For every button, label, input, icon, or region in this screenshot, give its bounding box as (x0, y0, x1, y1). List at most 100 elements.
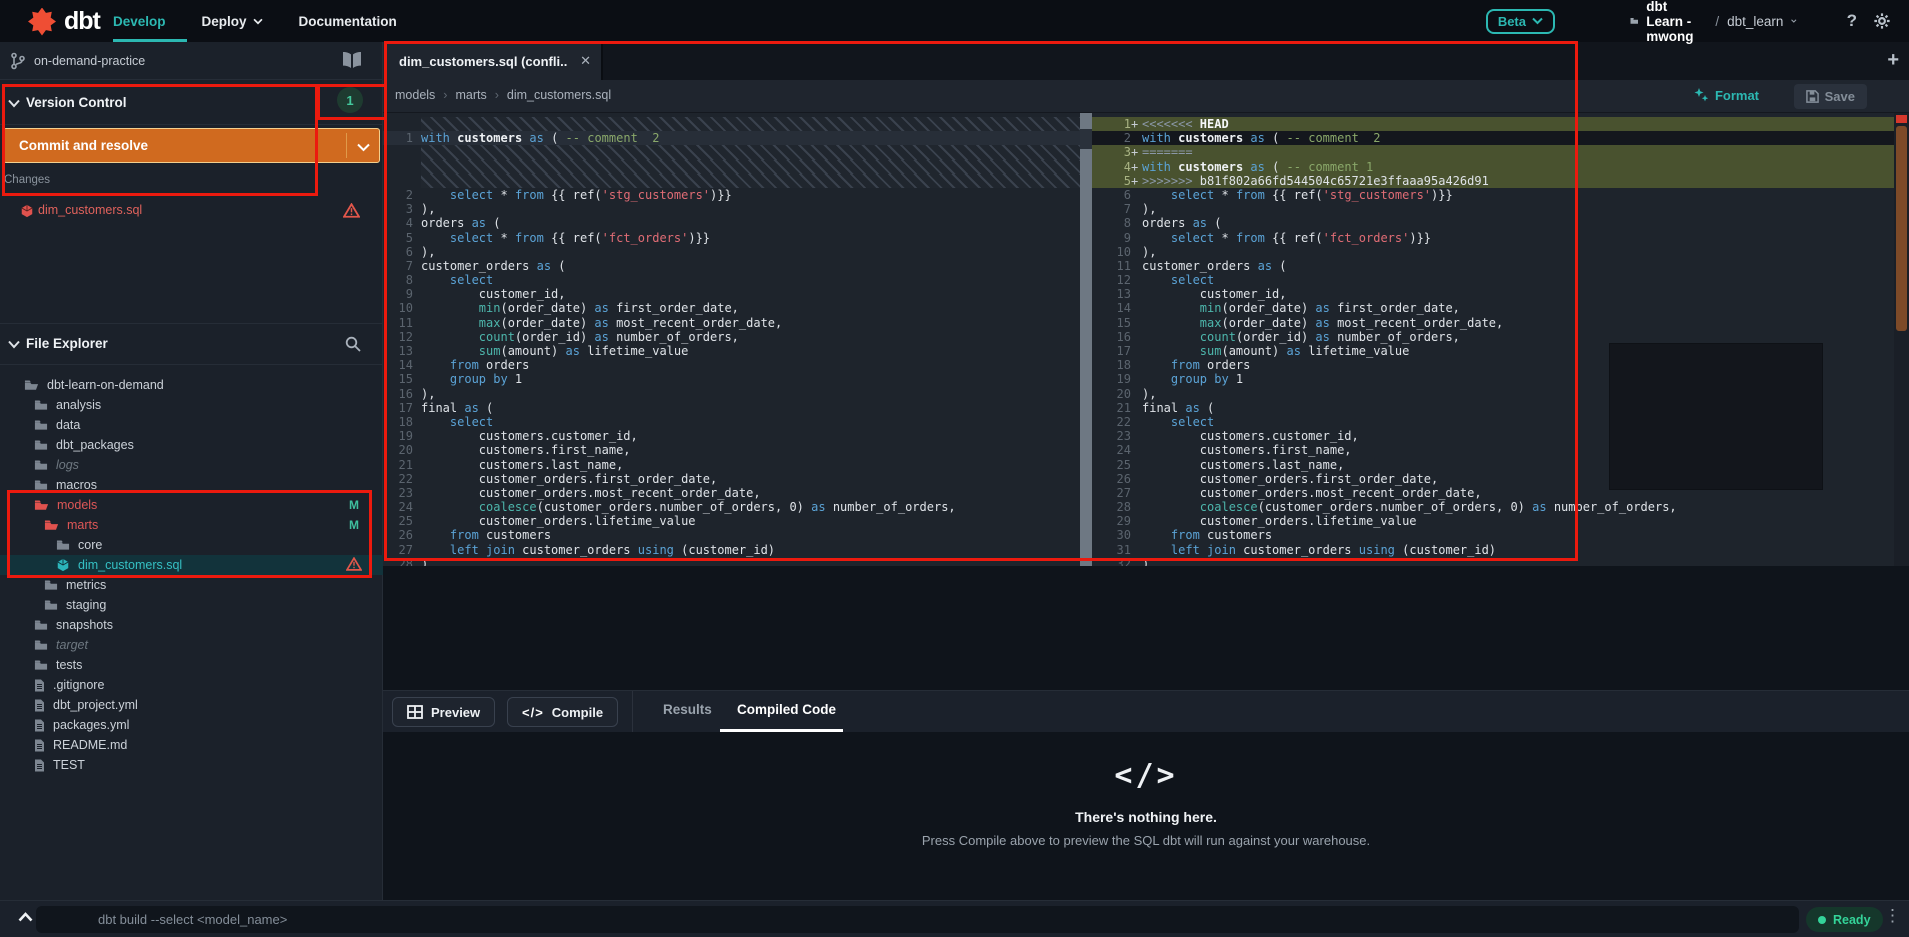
code-line-right[interactable]: 5 + >>>>>>> b81f802a66fd544504c65721e3ffaa… (1092, 173, 1894, 188)
code-line-right[interactable]: 14 min(order_date) as first_order_date, (1092, 301, 1894, 315)
code-line-right[interactable]: 6 select * from {{ ref('stg_customers')}… (1092, 188, 1894, 202)
code-line-left[interactable]: 13 sum(amount) as lifetime_value (383, 344, 1080, 358)
command-input[interactable]: dbt build --select <model_name> (36, 906, 1799, 933)
code-line-left[interactable]: 8 select (383, 273, 1080, 287)
code-line-right[interactable]: 1 + <<<<<<< HEAD (1092, 117, 1894, 132)
file-tree-item[interactable]: metrics (0, 575, 383, 595)
code-line-right[interactable]: 32) (1092, 557, 1894, 566)
diff-overview-ruler[interactable] (1894, 113, 1909, 566)
code-line-left[interactable]: 19 customers.customer_id, (383, 429, 1080, 443)
file-tree-item[interactable]: snapshots (0, 615, 383, 635)
nav-item-develop[interactable]: Develop (113, 14, 166, 29)
commit-and-resolve-button[interactable]: Commit and resolve (3, 128, 380, 163)
changed-file-row[interactable]: dim_customers.sql (0, 200, 383, 222)
code-line-left[interactable] (383, 145, 1080, 160)
save-button[interactable]: Save (1793, 84, 1867, 109)
code-line-right[interactable]: 10), (1092, 245, 1894, 259)
code-line-left[interactable]: 7 customer_orders as ( (383, 259, 1080, 273)
scrollbar-thumb[interactable] (1896, 126, 1907, 331)
code-line-right[interactable]: 31 left join customer_orders using (cust… (1092, 543, 1894, 557)
code-line-left[interactable]: 1 with customers as ( -- comment 2 (383, 131, 1080, 146)
code-line-left[interactable]: 24 coalesce(customer_orders.number_of_or… (383, 500, 1080, 514)
code-line-left[interactable]: 22 customer_orders.first_order_date, (383, 472, 1080, 486)
chevron-down-icon[interactable] (357, 143, 370, 152)
file-tree-item[interactable]: analysis (0, 395, 383, 415)
code-line-right[interactable]: 15 max(order_date) as most_recent_order_… (1092, 316, 1894, 330)
code-line-left[interactable]: 10 min(order_date) as first_order_date, (383, 301, 1080, 315)
code-line-left[interactable]: 5 select * from {{ ref('fct_orders')}} (383, 231, 1080, 245)
file-tree-item[interactable]: dim_customers.sql (0, 555, 383, 575)
file-tree-item[interactable]: .gitignore (0, 675, 383, 695)
diff-right-pane[interactable]: 1 + <<<<<<< HEAD 2 with customers as ( -- co… (1092, 113, 1894, 566)
breadcrumb-item[interactable]: models (395, 88, 435, 102)
file-tree-item[interactable]: staging (0, 595, 383, 615)
code-line-left[interactable]: 3), (383, 202, 1080, 216)
file-tree-item[interactable]: marts M (0, 515, 383, 535)
code-line-right[interactable]: 11 customer_orders as ( (1092, 259, 1894, 273)
code-line-left[interactable]: 27 left join customer_orders using (cust… (383, 543, 1080, 557)
file-explorer-header[interactable]: File Explorer (0, 323, 383, 365)
preview-button[interactable]: Preview (392, 697, 496, 727)
file-tree-item[interactable]: logs (0, 455, 383, 475)
breadcrumb-item[interactable]: marts (455, 88, 486, 102)
code-line-left[interactable] (383, 173, 1080, 188)
version-control-header[interactable]: Version Control (0, 84, 383, 125)
code-line-right[interactable]: 13 customer_id, (1092, 287, 1894, 301)
code-line-left[interactable] (383, 117, 1080, 132)
help-button[interactable]: ? (1847, 11, 1857, 31)
new-tab-button[interactable]: + (1887, 49, 1899, 72)
compile-button[interactable]: </> Compile (507, 697, 619, 727)
code-line-right[interactable]: 12 select (1092, 273, 1894, 287)
file-tree-item[interactable]: dbt_packages (0, 435, 383, 455)
file-tree-item[interactable]: data (0, 415, 383, 435)
search-icon[interactable] (345, 336, 361, 352)
code-line-left[interactable]: 15 group by 1 (383, 372, 1080, 386)
docs-book-icon[interactable] (341, 51, 363, 69)
code-line-left[interactable]: 14 from orders (383, 358, 1080, 372)
code-line-right[interactable]: 30 from customers (1092, 528, 1894, 542)
code-line-right[interactable]: 29 customer_orders.lifetime_value (1092, 514, 1894, 528)
tab-results[interactable]: Results (663, 702, 712, 717)
code-line-left[interactable]: 20 customers.first_name, (383, 443, 1080, 457)
file-tree-item[interactable]: tests (0, 655, 383, 675)
code-line-left[interactable]: 17 final as ( (383, 401, 1080, 415)
code-line-left[interactable]: 18 select (383, 415, 1080, 429)
code-line-left[interactable]: 6), (383, 245, 1080, 259)
file-tree-item[interactable]: packages.yml (0, 715, 383, 735)
code-line-left[interactable]: 28) (383, 557, 1080, 566)
code-line-right[interactable]: 16 count(order_id) as number_of_orders, (1092, 330, 1894, 344)
file-tree-item[interactable]: dbt-learn-on-demand (0, 375, 383, 395)
breadcrumb-item[interactable]: dim_customers.sql (507, 88, 611, 102)
tab-compiled-code[interactable]: Compiled Code (737, 702, 836, 717)
dbt-logo[interactable]: dbt (28, 7, 101, 36)
code-line-left[interactable]: 25 customer_orders.lifetime_value (383, 514, 1080, 528)
code-line-left[interactable]: 11 max(order_date) as most_recent_order_… (383, 316, 1080, 330)
code-line-left[interactable]: 2 select * from {{ ref('stg_customers')}… (383, 188, 1080, 202)
code-line-left[interactable]: 4 orders as ( (383, 216, 1080, 230)
file-tree-item[interactable]: README.md (0, 735, 383, 755)
branch-row[interactable]: on-demand-practice (0, 42, 383, 80)
format-button[interactable]: Format (1693, 87, 1759, 103)
file-tree-item[interactable]: models M (0, 495, 383, 515)
tab-dim-customers[interactable]: dim_customers.sql (confli... ✕ (383, 42, 603, 80)
file-tree-item[interactable]: core (0, 535, 383, 555)
settings-gear-icon[interactable] (1873, 12, 1891, 30)
file-tree-item[interactable]: macros (0, 475, 383, 495)
code-line-left[interactable]: 26 from customers (383, 528, 1080, 542)
code-line-left[interactable]: 9 customer_id, (383, 287, 1080, 301)
code-line-right[interactable]: 4 + with customers as ( -- comment 1 (1092, 159, 1894, 174)
code-line-right[interactable]: 7), (1092, 202, 1894, 216)
close-icon[interactable]: ✕ (580, 53, 591, 69)
project-breadcrumb[interactable]: dbt Learn - mwong / dbt_learn (1630, 0, 1797, 44)
beta-dropdown[interactable]: Beta (1485, 8, 1555, 34)
diff-editor[interactable]: 1 with customers as ( -- comment 2 2 selec… (383, 113, 1909, 566)
code-line-right[interactable]: 28 coalesce(customer_orders.number_of_or… (1092, 500, 1894, 514)
code-line-right[interactable]: 3 + ======= (1092, 145, 1894, 160)
code-line-right[interactable]: 9 select * from {{ ref('fct_orders')}} (1092, 231, 1894, 245)
code-line-right[interactable]: 8 orders as ( (1092, 216, 1894, 230)
file-tree-item[interactable]: dbt_project.yml (0, 695, 383, 715)
code-line-right[interactable]: 2 with customers as ( -- comment 2 (1092, 131, 1894, 146)
code-line-left[interactable]: 21 customers.last_name, (383, 458, 1080, 472)
code-line-left[interactable] (383, 159, 1080, 174)
left-pane-scrollbar[interactable] (1080, 113, 1092, 566)
